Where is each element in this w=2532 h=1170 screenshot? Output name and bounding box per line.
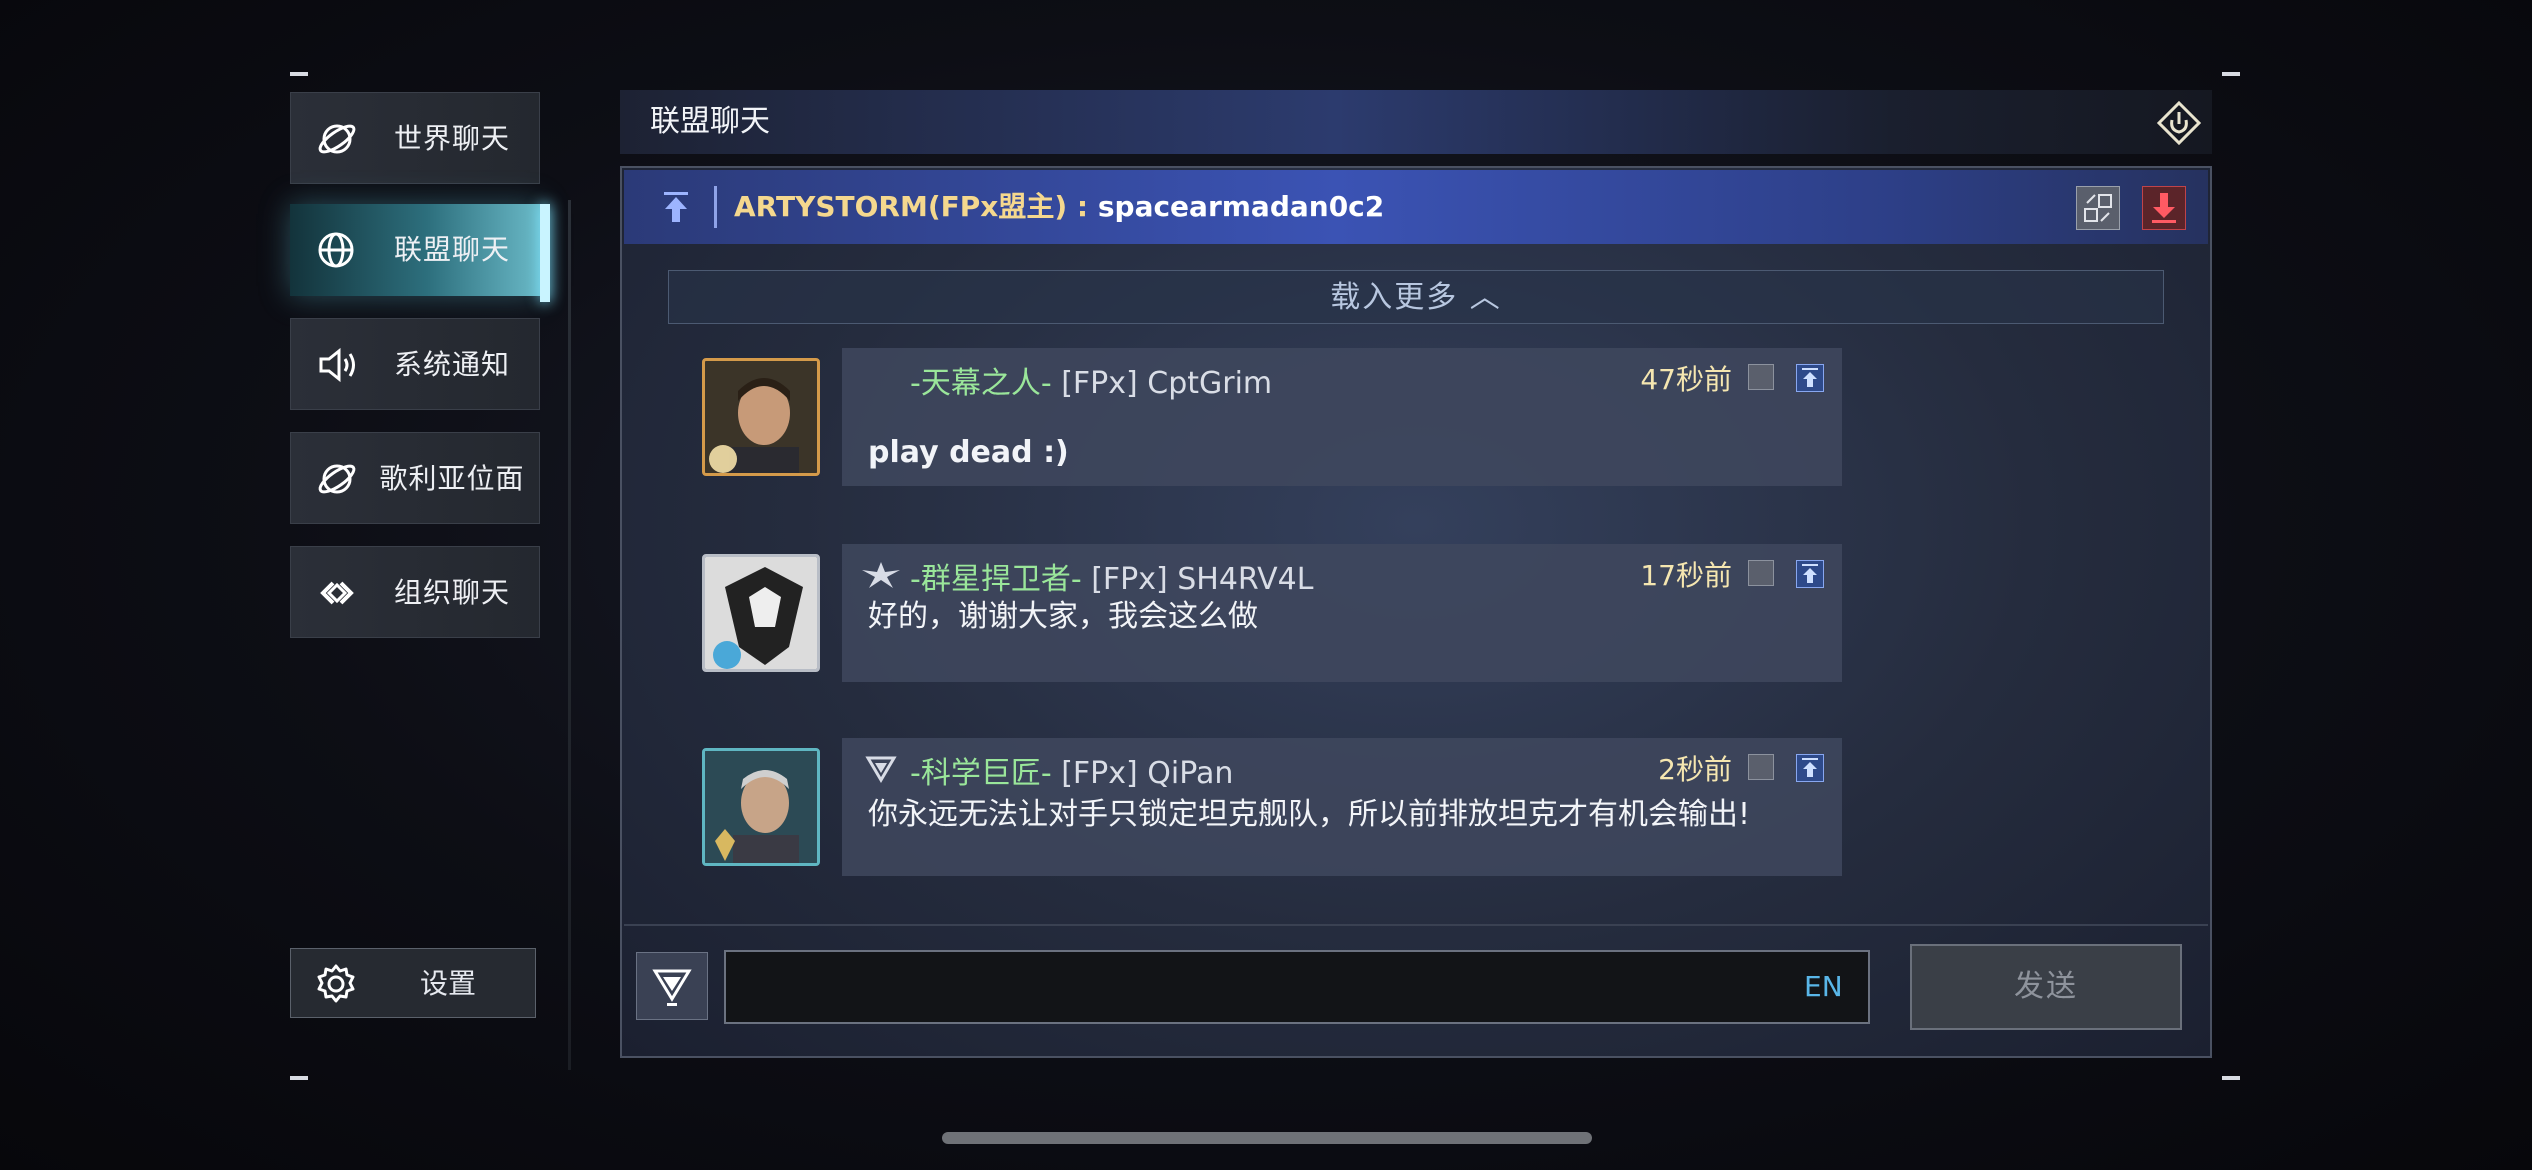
message-bubble: -科学巨匠- [FPx] QiPan 2秒前 你永远无法让对手只锁定坦克舰队，所… xyxy=(842,738,1842,876)
avatar[interactable] xyxy=(702,748,820,866)
message-input[interactable] xyxy=(724,950,1870,1024)
sidebar-item-label: 系统通知 xyxy=(393,348,510,381)
emoji-toggle-button[interactable] xyxy=(636,952,708,1020)
sidebar-item-alliance-chat[interactable]: 联盟聊天 xyxy=(290,204,540,296)
sender-title: -科学巨匠- xyxy=(910,756,1052,791)
pinned-author: ARTYSTORM(FPx盟主) xyxy=(734,190,1068,223)
download-icon[interactable] xyxy=(2142,186,2186,230)
send-button[interactable]: 发送 xyxy=(1910,944,2182,1030)
sender-line: -天幕之人- [FPx] CptGrim xyxy=(910,358,1272,402)
chat-message: -科学巨匠- [FPx] QiPan 2秒前 你永远无法让对手只锁定坦克舰队，所… xyxy=(702,738,1882,876)
pin-top-icon[interactable] xyxy=(660,190,692,224)
language-toggle[interactable]: EN xyxy=(1804,950,1843,1024)
sidebar-item-label: 世界聊天 xyxy=(393,122,510,155)
avatar[interactable] xyxy=(702,358,820,476)
message-text: 好的，谢谢大家，我会这么做 xyxy=(868,599,1258,634)
copy-icon[interactable] xyxy=(2076,186,2120,230)
frame-corner-br xyxy=(2222,1076,2240,1080)
active-indicator xyxy=(540,204,550,302)
sidebar-divider xyxy=(568,200,571,1070)
copy-icon[interactable] xyxy=(1748,364,1774,390)
pinned-message-text: spacearmadan0c2 xyxy=(1097,190,1385,223)
chat-message: -群星捍卫者- [FPx] SH4RV4L 17秒前 好的，谢谢大家，我会这么做 xyxy=(702,544,1882,682)
sidebar-item-label: 联盟聊天 xyxy=(393,233,510,266)
home-indicator[interactable] xyxy=(942,1132,1592,1144)
copy-icon[interactable] xyxy=(1748,754,1774,780)
pin-top-icon[interactable] xyxy=(1796,754,1824,782)
sender-name[interactable]: [FPx] QiPan xyxy=(1061,756,1233,791)
pinned-message: ARTYSTORM(FPx盟主) : spacearmadan0c2 xyxy=(624,170,2208,244)
input-divider xyxy=(624,924,2208,926)
sidebar-item-label: 组织聊天 xyxy=(393,576,510,609)
globe-icon xyxy=(314,228,358,272)
message-bubble: -群星捍卫者- [FPx] SH4RV4L 17秒前 好的，谢谢大家，我会这么做 xyxy=(842,544,1842,682)
sender-line: -科学巨匠- [FPx] QiPan xyxy=(910,748,1233,792)
sidebar-item-label: 歌利亚位面 xyxy=(379,462,525,495)
pinned-separator-text: : xyxy=(1067,190,1098,223)
planet-icon xyxy=(315,117,359,161)
frame-corner-tr xyxy=(2222,72,2240,76)
rank-badge-icon xyxy=(860,560,902,590)
pin-top-icon[interactable] xyxy=(1796,364,1824,392)
settings-label: 设置 xyxy=(419,967,476,1000)
page-title: 联盟聊天 xyxy=(650,104,770,139)
sender-name[interactable]: [FPx] CptGrim xyxy=(1061,366,1272,401)
message-time: 2秒前 xyxy=(1658,753,1732,786)
gear-icon xyxy=(315,963,357,1005)
sidebar-item-world-chat[interactable]: 世界聊天 xyxy=(290,92,540,184)
sender-title: -群星捍卫者- xyxy=(910,562,1082,597)
frame-corner-bl xyxy=(290,1076,308,1080)
message-text: play dead :) xyxy=(868,435,1069,470)
pinned-separator xyxy=(714,186,717,228)
frame-corner-tl xyxy=(290,72,308,76)
chat-message: -天幕之人- [FPx] CptGrim 47秒前 play dead :) xyxy=(702,348,1882,486)
sidebar-item-goliath-plane[interactable]: 歌利亚位面 xyxy=(290,432,540,524)
speaker-icon xyxy=(315,343,359,387)
sender-line: -群星捍卫者- [FPx] SH4RV4L xyxy=(910,554,1313,598)
message-time: 17秒前 xyxy=(1640,559,1732,592)
chat-header: 联盟聊天 xyxy=(620,90,2212,154)
sidebar-item-org-chat[interactable]: 组织聊天 xyxy=(290,546,540,638)
message-time: 47秒前 xyxy=(1640,363,1732,396)
pin-top-icon[interactable] xyxy=(1796,560,1824,588)
power-icon[interactable] xyxy=(2156,100,2202,146)
chat-panel: ARTYSTORM(FPx盟主) : spacearmadan0c2 载入更多 … xyxy=(620,166,2212,1058)
message-bubble: -天幕之人- [FPx] CptGrim 47秒前 play dead :) xyxy=(842,348,1842,486)
pinned-text: ARTYSTORM(FPx盟主) : spacearmadan0c2 xyxy=(734,170,1384,244)
copy-icon[interactable] xyxy=(1748,560,1774,586)
message-text: 你永远无法让对手只锁定坦克舰队，所以前排放坦克才有机会输出! xyxy=(868,797,1751,832)
settings-button[interactable]: 设置 xyxy=(290,948,536,1018)
load-more-button[interactable]: 载入更多 ︿ xyxy=(668,270,2164,324)
planet-icon xyxy=(315,457,359,501)
sidebar-item-system-notice[interactable]: 系统通知 xyxy=(290,318,540,410)
link-icon xyxy=(315,571,359,615)
sender-name[interactable]: [FPx] SH4RV4L xyxy=(1091,562,1313,597)
avatar[interactable] xyxy=(702,554,820,672)
rank-badge-icon xyxy=(860,754,902,784)
sender-title: -天幕之人- xyxy=(910,366,1052,401)
